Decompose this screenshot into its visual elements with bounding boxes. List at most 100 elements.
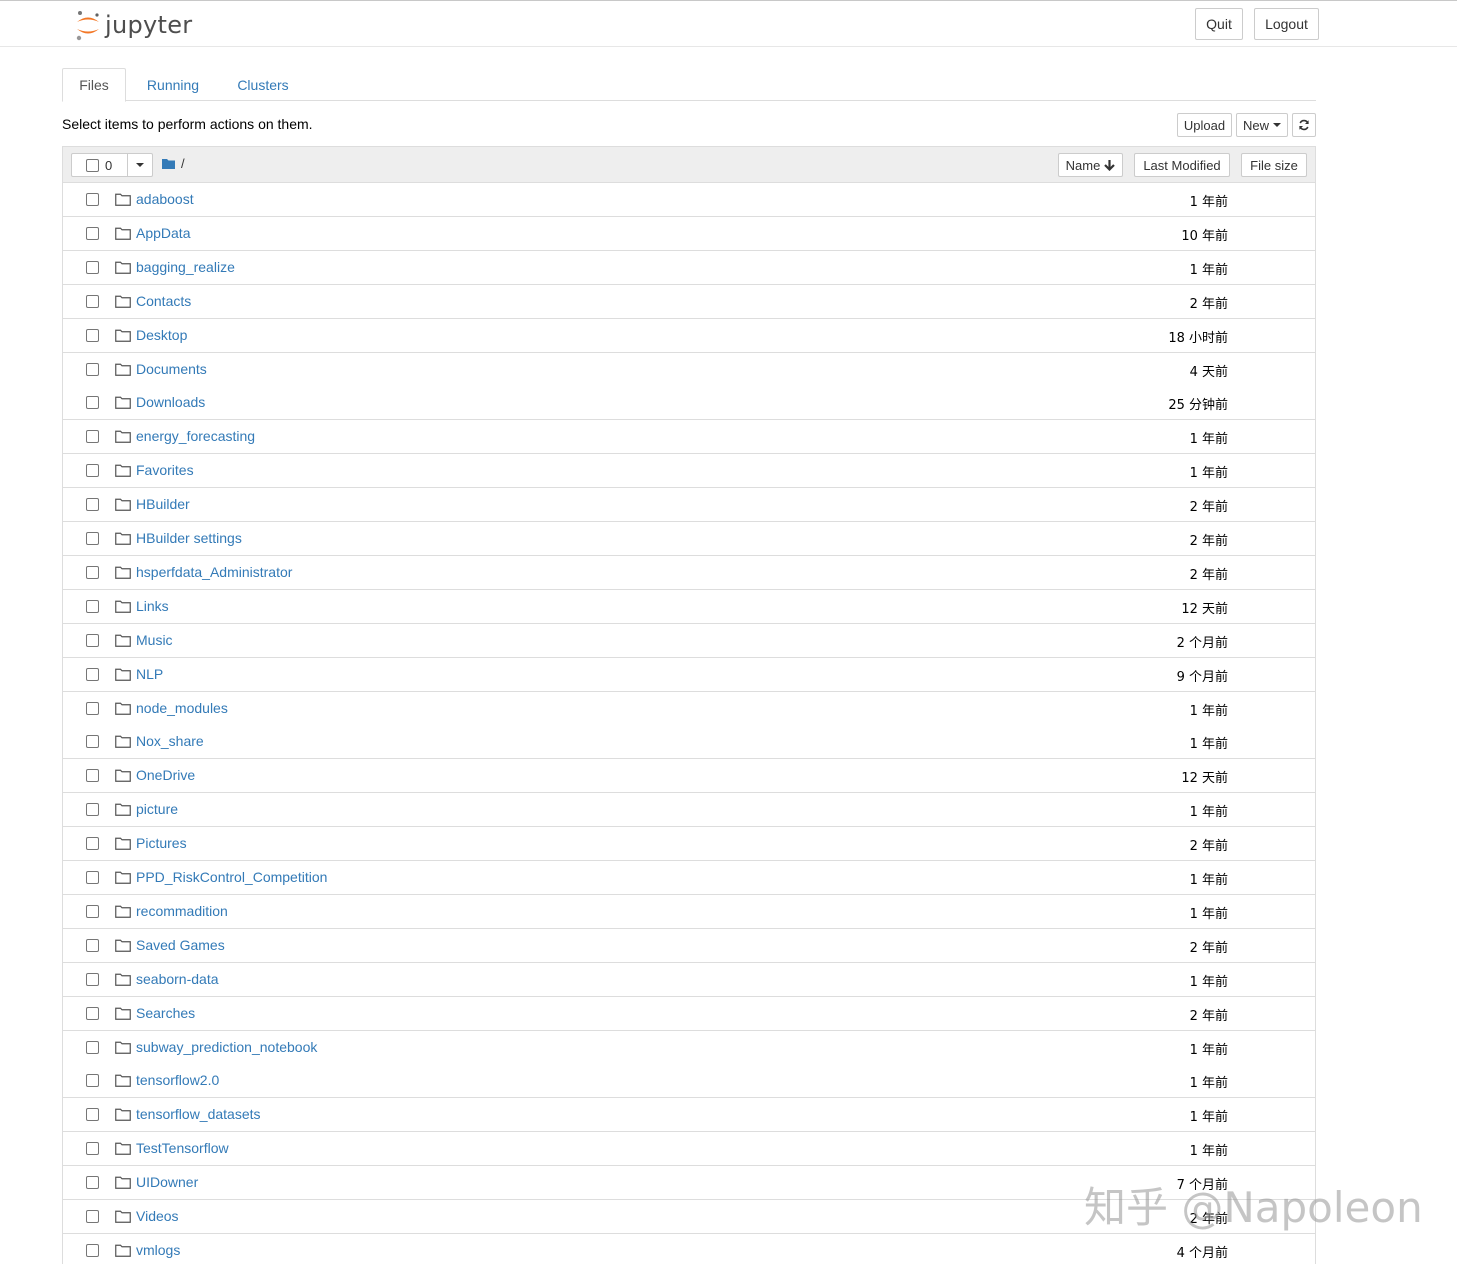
item-name-link[interactable]: Videos	[136, 1208, 179, 1224]
list-item[interactable]: Nox_share 1 年前	[63, 725, 1315, 760]
item-checkbox[interactable]	[86, 430, 99, 444]
item-name-link[interactable]: Nox_share	[136, 733, 204, 749]
list-item[interactable]: Desktop 18 小时前	[63, 318, 1315, 353]
item-name-link[interactable]: seaborn-data	[136, 971, 219, 987]
item-name-link[interactable]: UIDowner	[136, 1174, 198, 1190]
item-name-link[interactable]: bagging_realize	[136, 259, 235, 275]
item-checkbox[interactable]	[86, 633, 99, 647]
item-checkbox[interactable]	[86, 904, 99, 918]
item-checkbox[interactable]	[86, 667, 99, 681]
item-name-link[interactable]: Documents	[136, 361, 207, 377]
item-name-link[interactable]: Links	[136, 598, 169, 614]
list-item[interactable]: PPD_RiskControl_Competition 1 年前	[63, 861, 1315, 895]
tab-running[interactable]: Running	[138, 68, 208, 101]
item-name-link[interactable]: tensorflow_datasets	[136, 1106, 261, 1122]
item-checkbox[interactable]	[86, 396, 99, 410]
item-checkbox[interactable]	[86, 1176, 99, 1190]
list-item[interactable]: recommadition 1 年前	[63, 894, 1315, 929]
item-checkbox[interactable]	[86, 498, 99, 512]
tab-files[interactable]: Files	[62, 68, 126, 102]
list-item[interactable]: Searches 2 年前	[63, 996, 1315, 1031]
logout-button[interactable]: Logout	[1254, 8, 1319, 40]
item-checkbox[interactable]	[86, 769, 99, 783]
item-name-link[interactable]: PPD_RiskControl_Competition	[136, 869, 327, 885]
item-checkbox[interactable]	[86, 837, 99, 851]
tab-clusters[interactable]: Clusters	[228, 68, 298, 101]
item-name-link[interactable]: HBuilder	[136, 496, 190, 512]
item-checkbox[interactable]	[86, 532, 99, 545]
new-dropdown-button[interactable]: New	[1236, 113, 1288, 137]
list-item[interactable]: Videos 2 年前	[63, 1200, 1315, 1234]
item-checkbox[interactable]	[86, 328, 99, 342]
item-checkbox[interactable]	[86, 260, 99, 274]
list-item[interactable]: NLP 9 个月前	[63, 657, 1315, 692]
item-name-link[interactable]: Saved Games	[136, 937, 225, 953]
item-name-link[interactable]: Downloads	[136, 394, 205, 410]
list-item[interactable]: bagging_realize 1 年前	[63, 250, 1315, 285]
list-item[interactable]: picture 1 年前	[63, 793, 1315, 828]
item-checkbox[interactable]	[86, 193, 99, 206]
list-item[interactable]: Links 12 天前	[63, 589, 1315, 624]
item-checkbox[interactable]	[86, 701, 99, 715]
list-item[interactable]: adaboost 1 年前	[63, 183, 1315, 217]
list-item[interactable]: tensorflow2.0 1 年前	[63, 1064, 1315, 1099]
sort-by-last-modified-button[interactable]: Last Modified	[1134, 153, 1230, 177]
item-checkbox[interactable]	[86, 1006, 99, 1020]
item-checkbox[interactable]	[86, 1142, 99, 1156]
item-name-link[interactable]: energy_forecasting	[136, 428, 255, 444]
item-name-link[interactable]: Contacts	[136, 293, 191, 309]
list-item[interactable]: Pictures 2 年前	[63, 827, 1315, 862]
item-name-link[interactable]: hsperfdata_Administrator	[136, 564, 292, 580]
item-checkbox[interactable]	[86, 1210, 99, 1223]
list-item[interactable]: Favorites 1 年前	[63, 454, 1315, 489]
list-item[interactable]: Downloads 25 分钟前	[63, 386, 1315, 421]
item-name-link[interactable]: Desktop	[136, 327, 187, 343]
list-item[interactable]: seaborn-data 1 年前	[63, 962, 1315, 997]
item-checkbox[interactable]	[86, 1074, 99, 1088]
item-checkbox[interactable]	[86, 1243, 99, 1257]
item-checkbox[interactable]	[86, 464, 99, 478]
item-checkbox[interactable]	[86, 1108, 99, 1122]
list-item[interactable]: energy_forecasting 1 年前	[63, 420, 1315, 455]
item-checkbox[interactable]	[86, 735, 99, 749]
item-name-link[interactable]: OneDrive	[136, 767, 195, 783]
upload-button[interactable]: Upload	[1177, 113, 1232, 137]
list-item[interactable]: OneDrive 12 天前	[63, 759, 1315, 794]
list-item[interactable]: UIDowner 7 个月前	[63, 1166, 1315, 1201]
list-item[interactable]: vmlogs 4 个月前	[63, 1233, 1315, 1264]
breadcrumb-root[interactable]: /	[181, 156, 185, 171]
item-name-link[interactable]: tensorflow2.0	[136, 1072, 219, 1088]
select-all-group[interactable]: 0	[71, 153, 153, 177]
item-name-link[interactable]: HBuilder settings	[136, 530, 242, 546]
item-checkbox[interactable]	[86, 294, 99, 308]
list-item[interactable]: Saved Games 2 年前	[63, 928, 1315, 963]
item-name-link[interactable]: node_modules	[136, 700, 228, 716]
list-item[interactable]: tensorflow_datasets 1 年前	[63, 1098, 1315, 1133]
item-checkbox[interactable]	[86, 803, 99, 817]
sort-by-file-size-button[interactable]: File size	[1241, 153, 1307, 177]
jupyter-logo[interactable]: jupyter	[74, 8, 192, 42]
list-item[interactable]: Music 2 个月前	[63, 623, 1315, 658]
item-name-link[interactable]: Searches	[136, 1005, 195, 1021]
item-checkbox[interactable]	[86, 226, 99, 240]
list-item[interactable]: Contacts 2 年前	[63, 284, 1315, 319]
item-name-link[interactable]: adaboost	[136, 191, 194, 207]
item-checkbox[interactable]	[86, 565, 99, 579]
item-checkbox[interactable]	[86, 938, 99, 952]
refresh-button[interactable]	[1292, 113, 1316, 137]
item-name-link[interactable]: Favorites	[136, 462, 194, 478]
item-name-link[interactable]: picture	[136, 801, 178, 817]
list-item[interactable]: AppData 10 年前	[63, 216, 1315, 251]
item-checkbox[interactable]	[86, 599, 99, 613]
list-item[interactable]: subway_prediction_notebook 1 年前	[63, 1030, 1315, 1065]
item-name-link[interactable]: AppData	[136, 225, 190, 241]
item-name-link[interactable]: NLP	[136, 666, 163, 682]
quit-button[interactable]: Quit	[1195, 8, 1243, 40]
list-item[interactable]: hsperfdata_Administrator 2 年前	[63, 555, 1315, 590]
item-checkbox[interactable]	[86, 1040, 99, 1054]
item-name-link[interactable]: TestTensorflow	[136, 1140, 229, 1156]
item-name-link[interactable]: subway_prediction_notebook	[136, 1039, 317, 1055]
item-checkbox[interactable]	[86, 362, 99, 376]
list-item[interactable]: Documents 4 天前	[63, 352, 1315, 387]
item-checkbox[interactable]	[86, 972, 99, 986]
